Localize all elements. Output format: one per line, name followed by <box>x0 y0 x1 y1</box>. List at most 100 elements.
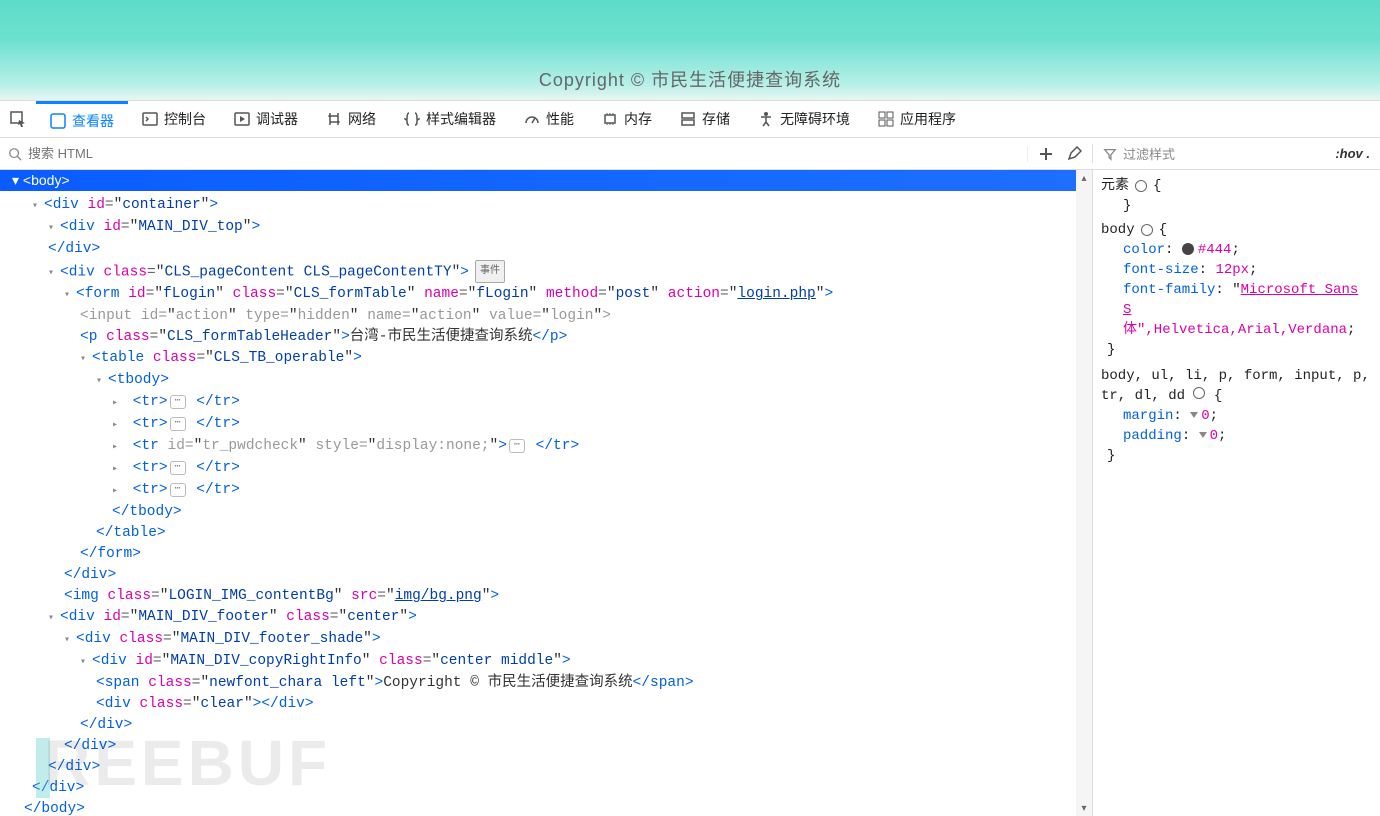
rule-body[interactable]: body { <box>1101 220 1372 240</box>
dom-node-close[interactable]: </tbody> <box>14 502 1092 523</box>
dom-node[interactable]: ▸ <tr>⋯ </tr> <box>14 458 1092 480</box>
color-swatch-icon[interactable] <box>1182 243 1194 255</box>
expand-icon[interactable] <box>1199 432 1207 438</box>
dom-node[interactable]: ▸ <tr>⋯ </tr> <box>14 480 1092 502</box>
tab-performance[interactable]: 性能 <box>510 101 588 137</box>
styleeditor-icon <box>404 111 420 127</box>
tab-inspector-label: 查看器 <box>72 111 114 131</box>
rule-element[interactable]: 元素 { <box>1101 176 1372 196</box>
dom-node[interactable]: ▾<form id="fLogin" class="CLS_formTable"… <box>14 284 1092 306</box>
styles-panel[interactable]: 元素 { } body { color: #444; font-size: 12… <box>1092 170 1380 816</box>
tab-debugger-label: 调试器 <box>256 109 298 129</box>
tab-debugger[interactable]: 调试器 <box>220 101 312 137</box>
tab-network-label: 网络 <box>348 109 376 129</box>
selected-node-body[interactable]: ▾ <body> <box>0 170 1092 191</box>
search-html-input[interactable] <box>28 146 1019 161</box>
styles-subtoolbar: 过滤样式 :hov . <box>1092 144 1380 163</box>
tab-console-label: 控制台 <box>164 109 206 129</box>
devtools-toolbar: 查看器 控制台 调试器 网络 样式编辑器 性能 内存 存储 无障碍环境 应用程序 <box>0 100 1380 138</box>
dom-node[interactable]: ▾<div id="MAIN_DIV_footer" class="center… <box>14 607 1092 629</box>
tab-performance-label: 性能 <box>546 109 574 129</box>
circle-icon <box>1141 224 1153 236</box>
search-html-container <box>0 146 1027 161</box>
dom-node[interactable]: <div class="clear"></div> <box>14 694 1092 715</box>
css-prop-color[interactable]: color: #444; <box>1101 240 1372 260</box>
accessibility-icon <box>758 111 774 127</box>
dom-node[interactable]: ▸ <tr id="tr_pwdcheck" style="display:no… <box>14 436 1092 458</box>
add-node-button[interactable] <box>1038 146 1054 162</box>
element-picker-button[interactable] <box>0 101 36 137</box>
dom-node-close[interactable]: </form> <box>14 544 1092 565</box>
scroll-down-icon[interactable]: ▾ <box>1076 800 1092 816</box>
selector-text: body, ul, li, p, form, input, p, tr, dl,… <box>1101 368 1370 404</box>
dom-node-close[interactable]: </body> <box>14 799 1092 816</box>
dom-node[interactable]: ▾<div id="container"> <box>14 195 1092 217</box>
dom-node-close[interactable]: </div> <box>14 239 1092 260</box>
devtools-subtoolbar: 过滤样式 :hov . <box>0 138 1380 170</box>
dom-node[interactable]: ▸ <tr>⋯ </tr> <box>14 392 1092 414</box>
eyedropper-button[interactable] <box>1066 146 1082 162</box>
dom-panel[interactable]: ▾ <body> ▾<div id="container"> ▾<div id=… <box>0 170 1092 816</box>
styles-filter-label: 过滤样式 <box>1123 144 1175 163</box>
tab-network[interactable]: 网络 <box>312 101 390 137</box>
application-icon <box>878 111 894 127</box>
css-prop-fontfamily-2: 体",Helvetica,Arial,Verdana; <box>1101 320 1372 340</box>
dom-node[interactable]: ▾<tbody> <box>14 370 1092 392</box>
debugger-icon <box>234 111 250 127</box>
ellipsis-badge[interactable]: ⋯ <box>170 417 186 431</box>
dom-node-close[interactable]: </div> <box>14 736 1092 757</box>
expand-icon[interactable] <box>1190 412 1198 418</box>
tab-application[interactable]: 应用程序 <box>864 101 970 137</box>
inspector-icon <box>50 113 66 129</box>
pointer-icon <box>10 111 26 127</box>
css-prop-fontsize[interactable]: font-size: 12px; <box>1101 260 1372 280</box>
ellipsis-badge[interactable]: ⋯ <box>509 439 525 453</box>
tab-styleeditor[interactable]: 样式编辑器 <box>390 101 510 137</box>
dom-node[interactable]: ▸ <tr>⋯ </tr> <box>14 414 1092 436</box>
dom-node-close[interactable]: </div> <box>14 757 1092 778</box>
tab-memory[interactable]: 内存 <box>588 101 666 137</box>
dom-node-close[interactable]: </div> <box>14 565 1092 586</box>
tab-console[interactable]: 控制台 <box>128 101 220 137</box>
ellipsis-badge[interactable]: ⋯ <box>170 461 186 475</box>
ellipsis-badge[interactable]: ⋯ <box>170 483 186 497</box>
filter-icon <box>1103 147 1117 161</box>
dom-node[interactable]: <img class="LOGIN_IMG_contentBg" src="im… <box>14 586 1092 607</box>
hov-toggle[interactable]: :hov . <box>1335 146 1370 161</box>
dom-node[interactable]: ▾<table class="CLS_TB_operable"> <box>14 348 1092 370</box>
storage-icon <box>680 111 696 127</box>
dom-node[interactable]: <p class="CLS_formTableHeader">台湾-市民生活便捷… <box>14 327 1092 348</box>
dom-node-close[interactable]: </div> <box>14 778 1092 799</box>
tab-accessibility[interactable]: 无障碍环境 <box>744 101 864 137</box>
tab-inspector[interactable]: 查看器 <box>36 101 128 137</box>
ellipsis-badge[interactable]: ⋯ <box>170 395 186 409</box>
event-badge[interactable]: 事件 <box>475 260 505 283</box>
tab-storage[interactable]: 存储 <box>666 101 744 137</box>
dom-node[interactable]: ▾<div class="MAIN_DIV_footer_shade"> <box>14 629 1092 651</box>
dom-node-close[interactable]: </table> <box>14 523 1092 544</box>
circle-icon <box>1135 180 1147 192</box>
dom-node[interactable]: <span class="newfont_chara left">Copyrig… <box>14 673 1092 694</box>
dom-node-close[interactable]: </div> <box>14 715 1092 736</box>
console-icon <box>142 111 158 127</box>
styles-filter[interactable]: 过滤样式 <box>1103 144 1327 163</box>
css-prop-fontfamily[interactable]: font-family: "Microsoft Sans S <box>1101 280 1372 320</box>
dom-scrollbar[interactable]: ▴ ▾ <box>1076 170 1092 816</box>
network-icon <box>326 111 342 127</box>
copyright-banner: Copyright © 市民生活便捷查询系统 <box>539 66 841 92</box>
css-prop-padding[interactable]: padding: 0; <box>1101 426 1372 446</box>
css-prop-margin[interactable]: margin: 0; <box>1101 406 1372 426</box>
page-header-bg: Copyright © 市民生活便捷查询系统 <box>0 0 1380 100</box>
dom-toolbar-buttons <box>1027 146 1092 162</box>
dom-node[interactable]: ▾<div id="MAIN_DIV_copyRightInfo" class=… <box>14 651 1092 673</box>
tab-storage-label: 存储 <box>702 109 730 129</box>
scroll-up-icon[interactable]: ▴ <box>1076 170 1092 186</box>
dom-node[interactable]: ▾<div class="CLS_pageContent CLS_pageCon… <box>14 260 1092 284</box>
dom-node[interactable]: <input id="action" type="hidden" name="a… <box>14 306 1092 327</box>
tab-memory-label: 内存 <box>624 109 652 129</box>
dom-tree: ▾<div id="container"> ▾<div id="MAIN_DIV… <box>0 191 1092 816</box>
dom-node[interactable]: ▾<div id="MAIN_DIV_top"> <box>14 217 1092 239</box>
rule-body-reset[interactable]: body, ul, li, p, form, input, p, tr, dl,… <box>1101 366 1372 406</box>
copyright-text: Copyright © 市民生活便捷查询系统 <box>539 70 841 90</box>
circle-icon <box>1193 387 1205 399</box>
